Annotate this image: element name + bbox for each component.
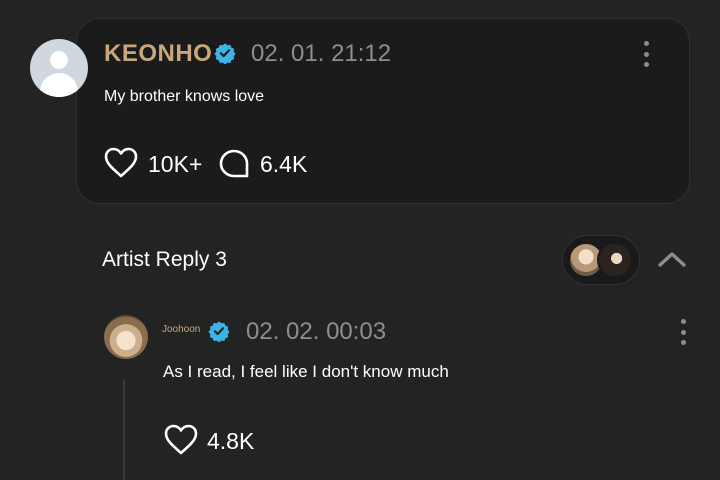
verified-badge-icon [214,43,236,64]
comment-bubble-icon[interactable] [218,148,250,180]
reply-more-options-icon[interactable] [677,319,689,345]
default-avatar[interactable] [30,39,88,97]
verified-badge-icon [208,321,230,342]
post-like-count: 10K+ [148,151,203,177]
artist-reply-label[interactable]: Artist Reply 3 [102,248,227,272]
artist-avatar [597,242,633,278]
heart-icon[interactable] [164,424,198,456]
reply-body-text: As I read, I feel like I don't know much [163,362,449,381]
post-comment-count: 6.4K [260,151,308,177]
avatar-body-shape [40,73,78,97]
avatar-head-shape [50,51,68,69]
reply-like-count: 4.8K [207,428,255,454]
artist-avatar-stack[interactable] [562,235,640,285]
reply-timestamp: 02. 02. 00:03 [246,318,387,345]
post-author-name[interactable]: KEONHO [104,40,212,68]
heart-icon[interactable] [104,147,138,179]
thread-line [123,380,125,480]
post-more-options-icon[interactable] [640,41,652,67]
reply-author-avatar[interactable] [104,315,148,359]
reply-author-name[interactable]: Joohoon [162,324,200,335]
post-timestamp: 02. 01. 21:12 [251,40,392,67]
chevron-up-icon[interactable] [656,248,688,270]
post-body-text: My brother knows love [104,88,265,105]
